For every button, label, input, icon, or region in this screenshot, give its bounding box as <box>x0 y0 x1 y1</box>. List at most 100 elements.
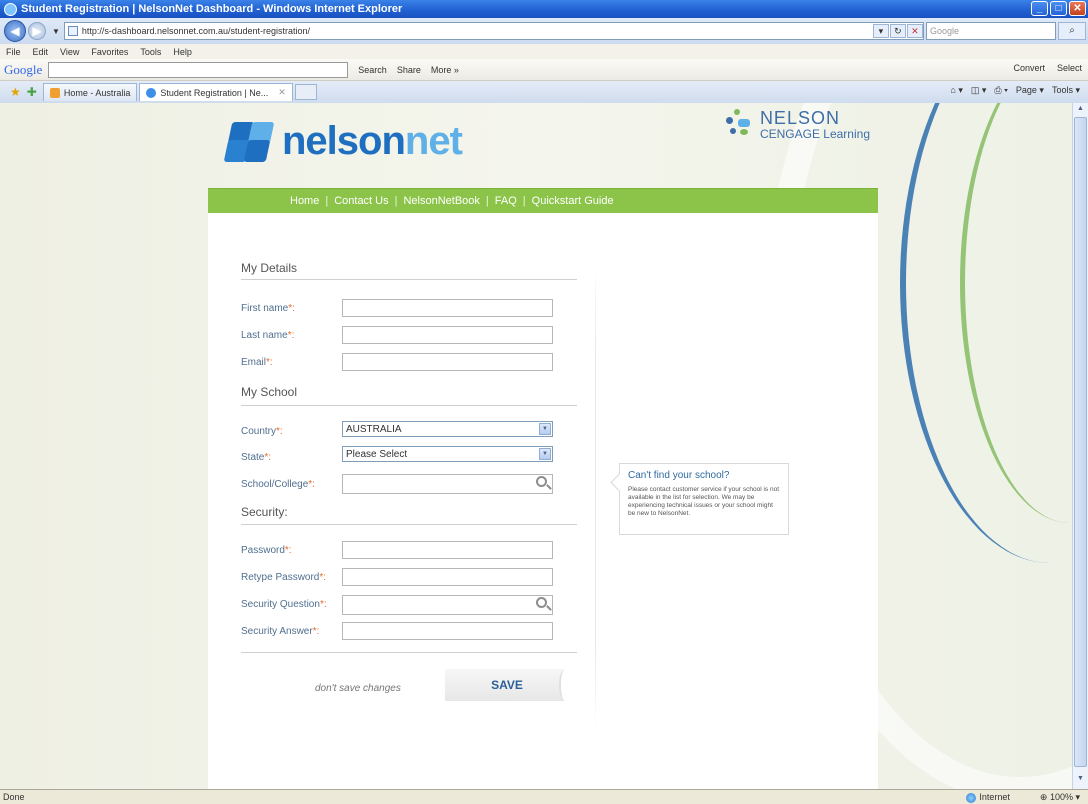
publisher-subname: CENGAGE Learning <box>759 127 870 141</box>
section-divider <box>241 524 577 525</box>
nav-separator: | <box>485 195 489 207</box>
save-button[interactable]: SAVE <box>445 669 571 701</box>
tools-menu-label: Tools <box>1051 85 1073 95</box>
retype-password-field[interactable] <box>342 568 553 586</box>
last-name-field[interactable] <box>342 326 553 344</box>
maximize-button[interactable]: □ <box>1050 1 1067 16</box>
nelson-cengage-logo: NELSON CENGAGE Learning <box>724 109 870 141</box>
security-question-label: Security Question*: <box>241 599 327 610</box>
country-label: Country*: <box>241 426 283 437</box>
password-field[interactable] <box>342 541 553 559</box>
print-icon[interactable]: ⎙ ▾ <box>994 85 1007 96</box>
menu-tools[interactable]: Tools <box>140 47 161 57</box>
dont-save-changes-link[interactable]: don't save changes <box>315 683 401 694</box>
select-button[interactable]: Select <box>1057 63 1082 73</box>
required-mark: *: <box>264 452 272 463</box>
address-bar-row: ◀ ▶ ▼ http://s-dashboard.nelsonnet.com.a… <box>0 18 1088 44</box>
status-bar: Done Internet ⊕ 100% ▾ <box>0 789 1088 804</box>
convert-button[interactable]: Convert <box>1013 63 1045 73</box>
required-mark: *: <box>308 479 315 490</box>
search-go-icon[interactable]: ⌕ <box>1058 22 1086 40</box>
security-answer-field[interactable] <box>342 622 553 640</box>
state-select[interactable]: Please Select ▼ <box>342 446 553 462</box>
feeds-icon[interactable]: ◫ ▾ <box>971 85 987 96</box>
required-mark: *: <box>284 545 292 556</box>
nav-home[interactable]: Home <box>290 195 319 207</box>
registration-form: My Details First name*: Last name*: Emai… <box>208 213 878 789</box>
required-mark: *: <box>287 330 295 341</box>
callout-text: Please contact customer service if your … <box>628 486 780 517</box>
first-name-field[interactable] <box>342 299 553 317</box>
minimize-button[interactable]: _ <box>1031 1 1048 16</box>
back-button[interactable]: ◀ <box>4 20 26 42</box>
site-header: nelsonnet NELSON CENGAGE Learning <box>208 103 878 188</box>
email-label-text: Email <box>241 357 267 368</box>
url-dropdown-icon[interactable]: ▾ <box>872 24 889 38</box>
column-divider <box>595 263 596 733</box>
page-menu-button[interactable]: Page ▾ <box>1016 85 1044 96</box>
zoom-control[interactable]: ⊕ 100% ▾ <box>1040 792 1080 803</box>
tab-close-icon[interactable]: ✕ <box>278 87 286 98</box>
close-window-button[interactable]: ✕ <box>1069 1 1086 16</box>
search-icon[interactable] <box>536 476 547 487</box>
nav-contact-us[interactable]: Contact Us <box>334 195 388 207</box>
chevron-down-icon[interactable]: ▼ <box>539 448 551 460</box>
scrollbar-thumb[interactable] <box>1074 117 1087 767</box>
share-button[interactable]: Share <box>397 65 421 75</box>
nelsonnet-logo[interactable]: nelsonnet <box>223 119 463 164</box>
section-my-school: My School <box>241 385 298 399</box>
school-search-field[interactable] <box>342 474 553 494</box>
first-name-label: First name*: <box>241 303 295 314</box>
tab-label: Student Registration | Ne... <box>160 87 269 98</box>
state-value: Please Select <box>346 448 408 460</box>
menu-favorites[interactable]: Favorites <box>91 47 128 57</box>
last-name-label: Last name*: <box>241 330 294 341</box>
more-button[interactable]: More » <box>431 65 459 75</box>
tools-menu-button[interactable]: Tools ▾ <box>1052 85 1080 96</box>
security-answer-label-text: Security Answer <box>241 626 313 637</box>
nav-nelsonnetbook[interactable]: NelsonNetBook <box>403 195 479 207</box>
main-nav: Home | Contact Us | NelsonNetBook | FAQ … <box>208 188 878 213</box>
window-titlebar: Student Registration | NelsonNet Dashboa… <box>0 0 1088 18</box>
scroll-down-icon[interactable]: ▼ <box>1075 775 1086 786</box>
page-scrollbar[interactable]: ▲ ▼ <box>1072 103 1088 789</box>
required-mark: *: <box>319 599 327 610</box>
tab-student-registration[interactable]: Student Registration | Ne... ✕ <box>139 83 293 101</box>
menu-file[interactable]: File <box>6 47 21 57</box>
password-label-text: Password <box>241 545 285 556</box>
stop-icon[interactable]: ✕ <box>906 24 923 38</box>
tab-home-australia[interactable]: Home - Australia <box>42 83 138 101</box>
security-zone: Internet <box>966 792 1010 803</box>
more-label: More » <box>430 64 459 75</box>
refresh-icon[interactable]: ↻ <box>889 24 906 38</box>
first-name-label-text: First name <box>241 303 289 314</box>
chevron-down-icon[interactable]: ▼ <box>539 423 551 435</box>
ie-logo-icon <box>4 2 17 16</box>
page-viewport: nelsonnet NELSON CENGAGE Learning Home |… <box>0 103 1072 789</box>
country-label-text: Country <box>241 426 277 437</box>
favorites-star-icon[interactable]: ★ <box>10 85 21 99</box>
google-logo: Google <box>4 61 43 77</box>
history-dropdown-icon[interactable]: ▼ <box>52 27 60 36</box>
browser-search-input[interactable]: Google <box>926 22 1056 40</box>
security-question-field[interactable] <box>342 595 553 615</box>
forward-button[interactable]: ▶ <box>28 22 46 40</box>
required-mark: *: <box>288 303 295 314</box>
url-field[interactable]: http://s-dashboard.nelsonnet.com.au/stud… <box>63 22 924 40</box>
search-icon[interactable] <box>536 597 547 608</box>
google-toolbar-input[interactable] <box>48 61 349 78</box>
google-search-button[interactable]: Search <box>358 65 387 75</box>
menu-view[interactable]: View <box>60 47 79 57</box>
required-mark: *: <box>312 626 320 637</box>
email-field[interactable] <box>342 353 553 371</box>
menu-help[interactable]: Help <box>173 47 192 57</box>
nav-faq[interactable]: FAQ <box>495 195 517 207</box>
add-favorites-icon[interactable]: ✚ <box>27 85 37 99</box>
scroll-up-icon[interactable]: ▲ <box>1075 105 1086 116</box>
home-icon[interactable]: ⌂ ▾ <box>950 85 962 96</box>
country-select[interactable]: AUSTRALIA ▼ <box>342 421 553 437</box>
new-tab-button[interactable] <box>294 84 317 100</box>
section-divider <box>241 279 577 280</box>
nav-quickstart-guide[interactable]: Quickstart Guide <box>532 195 614 207</box>
menu-edit[interactable]: Edit <box>33 47 49 57</box>
